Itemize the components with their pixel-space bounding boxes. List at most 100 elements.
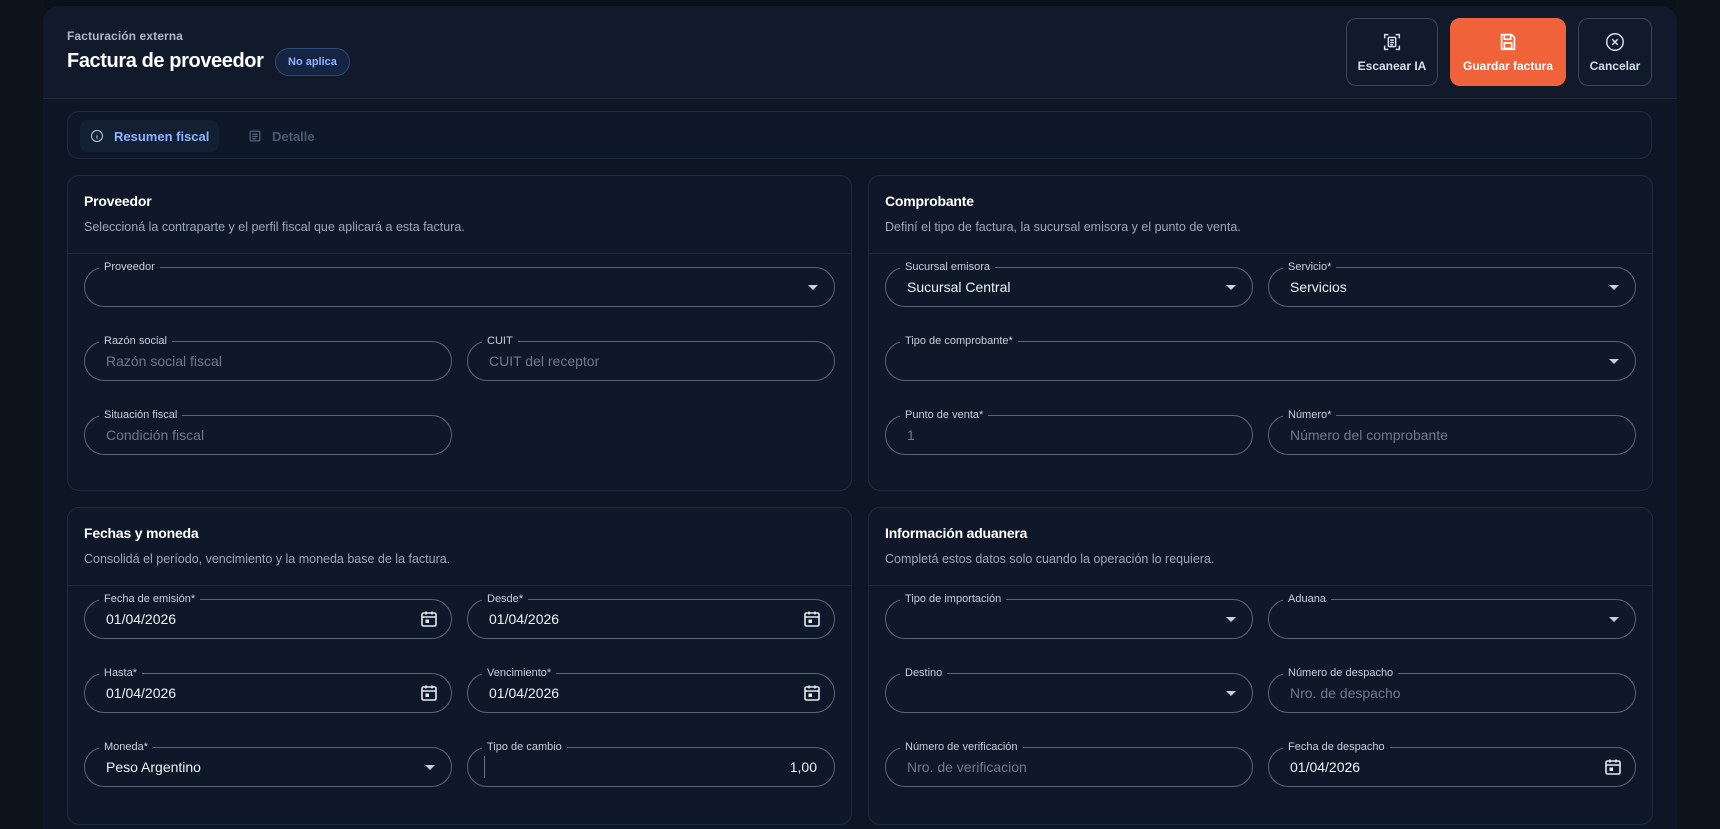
- header-eyebrow: Facturación externa: [67, 29, 183, 43]
- tipo-comprobante-select[interactable]: Tipo de comprobante*: [885, 334, 1636, 381]
- aduana-card: Información aduanera Completá estos dato…: [868, 507, 1653, 825]
- punto-venta-field[interactable]: Punto de venta* 1: [885, 408, 1253, 455]
- tab-resumen-fiscal[interactable]: Resumen fiscal: [80, 120, 220, 152]
- aduana-card-title: Información aduanera: [885, 525, 1028, 541]
- servicio-value: Servicios: [1290, 279, 1347, 295]
- numero-field[interactable]: Número* Número del comprobante: [1268, 408, 1636, 455]
- numero-verificacion-placeholder: Nro. de verificacion: [907, 759, 1027, 775]
- fecha-emision-value: 01/04/2026: [106, 611, 177, 627]
- tab-detalle-label: Detalle: [272, 128, 315, 144]
- punto-venta-placeholder: 1: [907, 427, 915, 443]
- destino-select[interactable]: Destino: [885, 666, 1253, 713]
- tipo-comprobante-label: Tipo de comprobante*: [900, 334, 1018, 348]
- situacion-fiscal-label: Situación fiscal: [99, 408, 183, 422]
- backdrop-right: [1676, 0, 1720, 829]
- situacion-fiscal-placeholder: Condición fiscal: [106, 427, 205, 443]
- status-badge: No aplica: [275, 48, 350, 76]
- tipo-cambio-field[interactable]: Tipo de cambio 1,00: [467, 740, 835, 787]
- aduana-select[interactable]: Aduana: [1268, 592, 1636, 639]
- fecha-despacho-field[interactable]: Fecha de despacho 01/04/2026: [1268, 740, 1636, 787]
- backdrop-left: [0, 0, 44, 829]
- comprobante-card-header: Comprobante Definí el tipo de factura, l…: [869, 176, 1652, 254]
- fechas-card-subtitle: Consolidá el período, vencimiento y la m…: [84, 552, 451, 566]
- input-prefix-divider: [484, 756, 485, 778]
- close-circle-icon: [1606, 33, 1624, 51]
- servicio-select[interactable]: Servicio* Servicios: [1268, 260, 1636, 307]
- modal-header: Facturación externa Factura de proveedor…: [43, 6, 1677, 99]
- moneda-select[interactable]: Moneda* Peso Argentino: [84, 740, 452, 787]
- cuit-placeholder: CUIT del receptor: [489, 353, 600, 369]
- numero-despacho-label: Número de despacho: [1283, 666, 1399, 680]
- numero-placeholder: Número del comprobante: [1290, 427, 1448, 443]
- scan-ai-label: Escanear IA: [1357, 59, 1427, 73]
- proveedor-select[interactable]: Proveedor: [84, 260, 835, 307]
- vencimiento-label: Vencimiento*: [482, 666, 557, 680]
- calendar-icon[interactable]: [419, 609, 439, 629]
- numero-despacho-field[interactable]: Número de despacho Nro. de despacho: [1268, 666, 1636, 713]
- aduana-card-header: Información aduanera Completá estos dato…: [869, 508, 1652, 586]
- moneda-value: Peso Argentino: [106, 759, 201, 775]
- vencimiento-field[interactable]: Vencimiento* 01/04/2026: [467, 666, 835, 713]
- comprobante-card: Comprobante Definí el tipo de factura, l…: [868, 175, 1653, 491]
- list-icon: [249, 130, 261, 142]
- info-icon: [90, 129, 104, 143]
- calendar-icon[interactable]: [419, 683, 439, 703]
- tipo-cambio-value: 1,00: [789, 759, 817, 775]
- numero-verificacion-label: Número de verificación: [900, 740, 1023, 754]
- desde-field[interactable]: Desde* 01/04/2026: [467, 592, 835, 639]
- page-title: Factura de proveedor: [67, 50, 264, 72]
- moneda-label: Moneda*: [99, 740, 154, 754]
- servicio-label: Servicio*: [1283, 260, 1337, 274]
- calendar-icon[interactable]: [802, 683, 822, 703]
- razon-social-field[interactable]: Razón social Razón social fiscal: [84, 334, 452, 381]
- save-invoice-button[interactable]: Guardar factura: [1450, 18, 1566, 86]
- tab-detalle[interactable]: Detalle: [238, 120, 325, 152]
- cancel-button[interactable]: Cancelar: [1578, 18, 1652, 86]
- scan-ai-button[interactable]: Escanear IA: [1346, 18, 1438, 86]
- cancel-label: Cancelar: [1589, 59, 1641, 73]
- save-invoice-label: Guardar factura: [1462, 59, 1554, 73]
- sucursal-label: Sucursal emisora: [900, 260, 995, 274]
- tab-resumen-fiscal-label: Resumen fiscal: [114, 128, 210, 144]
- fechas-card-title: Fechas y moneda: [84, 525, 199, 541]
- chevron-down-icon: [1609, 617, 1619, 622]
- chevron-down-icon: [425, 765, 435, 770]
- punto-venta-label: Punto de venta*: [900, 408, 989, 422]
- hasta-value: 01/04/2026: [106, 685, 177, 701]
- proveedor-card-header: Proveedor Seleccioná la contraparte y el…: [68, 176, 851, 254]
- tipo-importacion-select[interactable]: Tipo de importación: [885, 592, 1253, 639]
- hasta-field[interactable]: Hasta* 01/04/2026: [84, 666, 452, 713]
- proveedor-card-title: Proveedor: [84, 193, 152, 209]
- chevron-down-icon: [1609, 285, 1619, 290]
- tipo-importacion-label: Tipo de importación: [900, 592, 1007, 606]
- sucursal-value: Sucursal Central: [907, 279, 1011, 295]
- hasta-label: Hasta*: [99, 666, 143, 680]
- cuit-field[interactable]: CUIT CUIT del receptor: [467, 334, 835, 381]
- aduana-card-subtitle: Completá estos datos solo cuando la oper…: [885, 552, 1215, 566]
- proveedor-card-subtitle: Seleccioná la contraparte y el perfil fi…: [84, 220, 465, 234]
- comprobante-card-subtitle: Definí el tipo de factura, la sucursal e…: [885, 220, 1241, 234]
- calendar-icon[interactable]: [1603, 757, 1623, 777]
- chevron-down-icon: [1226, 691, 1236, 696]
- fechas-card: Fechas y moneda Consolidá el período, ve…: [67, 507, 852, 825]
- tipo-cambio-label: Tipo de cambio: [482, 740, 567, 754]
- numero-label: Número*: [1283, 408, 1337, 422]
- vencimiento-value: 01/04/2026: [489, 685, 560, 701]
- proveedor-card: Proveedor Seleccioná la contraparte y el…: [67, 175, 852, 491]
- razon-social-label: Razón social: [99, 334, 172, 348]
- numero-verificacion-field[interactable]: Número de verificación Nro. de verificac…: [885, 740, 1253, 787]
- proveedor-label: Proveedor: [99, 260, 160, 274]
- destino-label: Destino: [900, 666, 948, 680]
- fecha-despacho-label: Fecha de despacho: [1283, 740, 1390, 754]
- sucursal-select[interactable]: Sucursal emisora Sucursal Central: [885, 260, 1253, 307]
- invoice-modal: Facturación externa Factura de proveedor…: [43, 6, 1677, 829]
- scan-document-icon: [1383, 33, 1401, 51]
- razon-social-placeholder: Razón social fiscal: [106, 353, 222, 369]
- chevron-down-icon: [1226, 285, 1236, 290]
- comprobante-card-title: Comprobante: [885, 193, 974, 209]
- fecha-emision-field[interactable]: Fecha de emisión* 01/04/2026: [84, 592, 452, 639]
- fecha-emision-label: Fecha de emisión*: [99, 592, 201, 606]
- cuit-label: CUIT: [482, 334, 518, 348]
- calendar-icon[interactable]: [802, 609, 822, 629]
- situacion-fiscal-field[interactable]: Situación fiscal Condición fiscal: [84, 408, 452, 455]
